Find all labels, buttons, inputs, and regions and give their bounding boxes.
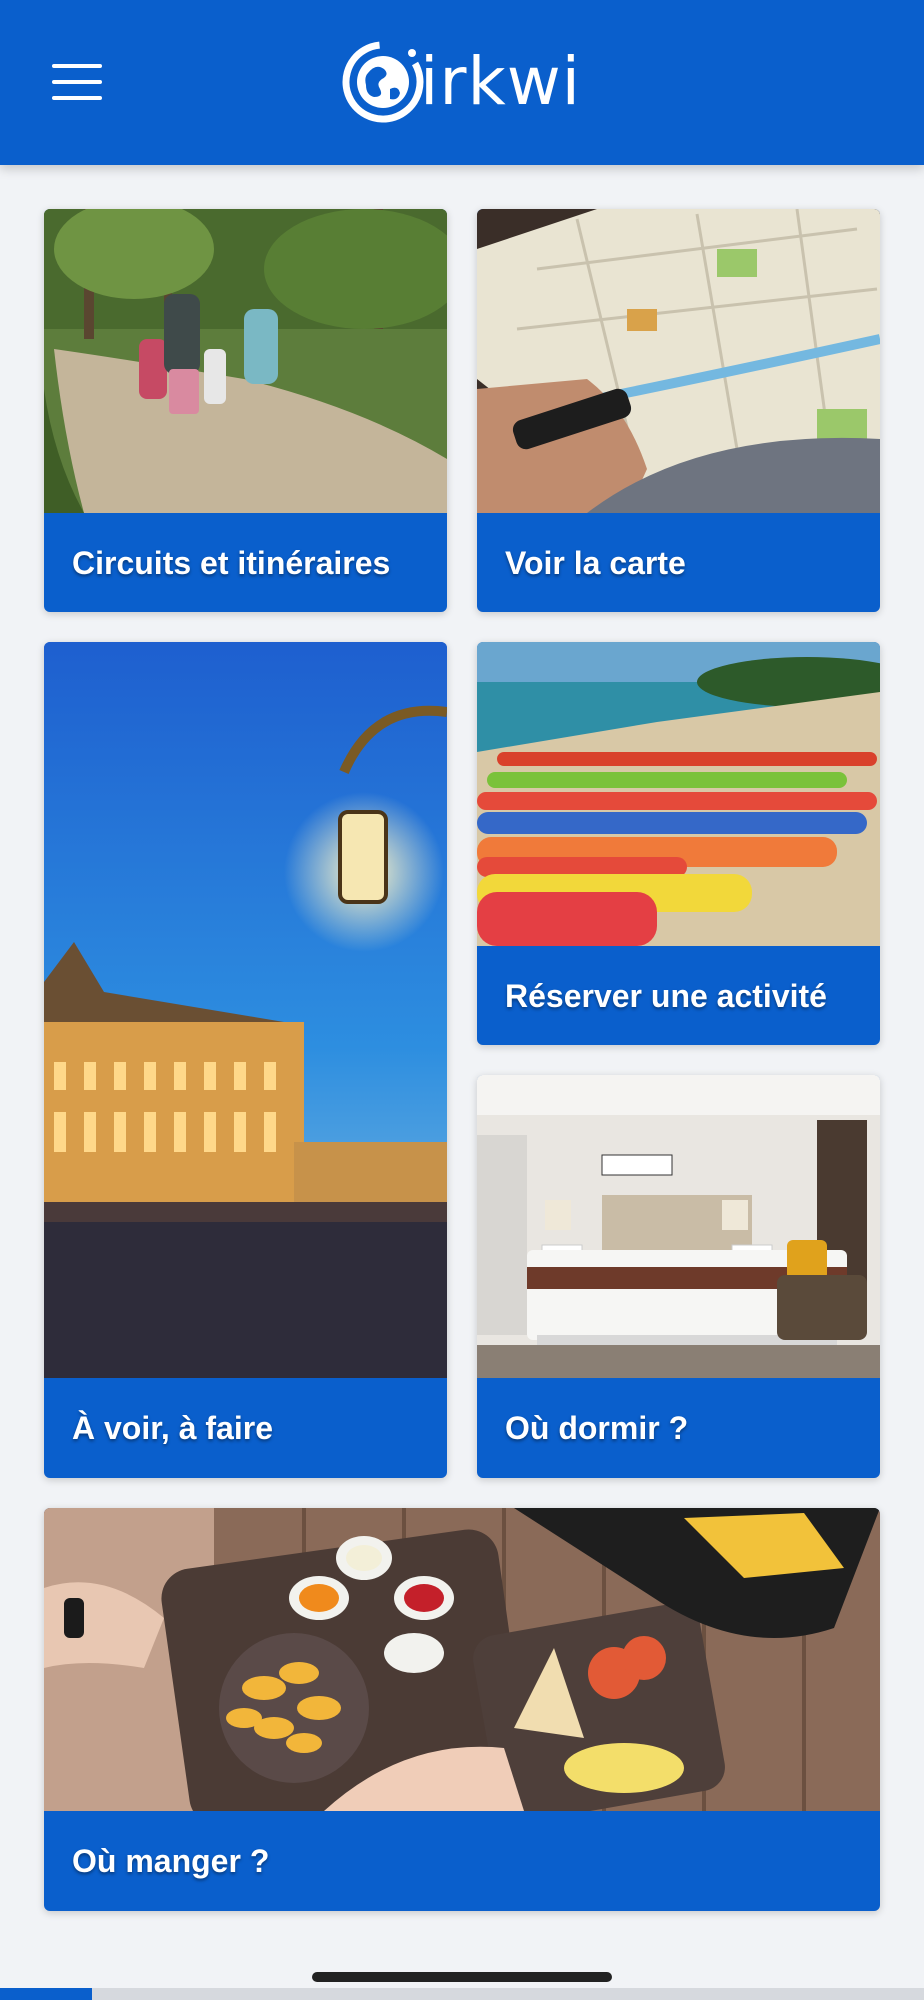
food-table-photo [44,1508,880,1827]
hamburger-menu-icon[interactable] [52,64,102,100]
family-forest-trail-photo [44,209,447,513]
home-indicator[interactable] [312,1972,612,1982]
card-circuits[interactable]: Circuits et itinéraires [44,209,447,612]
card-map[interactable]: Voir la carte [477,209,880,612]
card-book-activity[interactable]: Réserver une activité [477,642,880,1045]
card-label: Réserver une activité [505,977,827,1014]
illuminated-square-lantern-photo [44,642,447,1378]
card-label: Circuits et itinéraires [72,544,391,581]
card-see-do[interactable]: À voir, à faire [44,642,447,1478]
card-label: Où manger ? [72,1843,270,1879]
app-header: irkwi [0,0,924,165]
card-label: À voir, à faire [72,1410,273,1446]
paper-map-photo [477,209,880,513]
bottom-bar-accent [0,1988,92,2000]
card-where-eat[interactable]: Où manger ? [44,1508,880,1911]
cirkwi-logo[interactable]: irkwi [340,36,581,128]
hotel-bedroom-photo [477,1075,880,1378]
kayaks-beach-photo [477,642,880,946]
globe-icon [342,41,424,123]
card-label: Voir la carte [505,544,686,581]
bottom-bar [0,1988,924,2000]
card-where-sleep[interactable]: Où dormir ? [477,1075,880,1478]
card-label: Où dormir ? [505,1410,689,1446]
logo-text: irkwi [420,43,582,120]
